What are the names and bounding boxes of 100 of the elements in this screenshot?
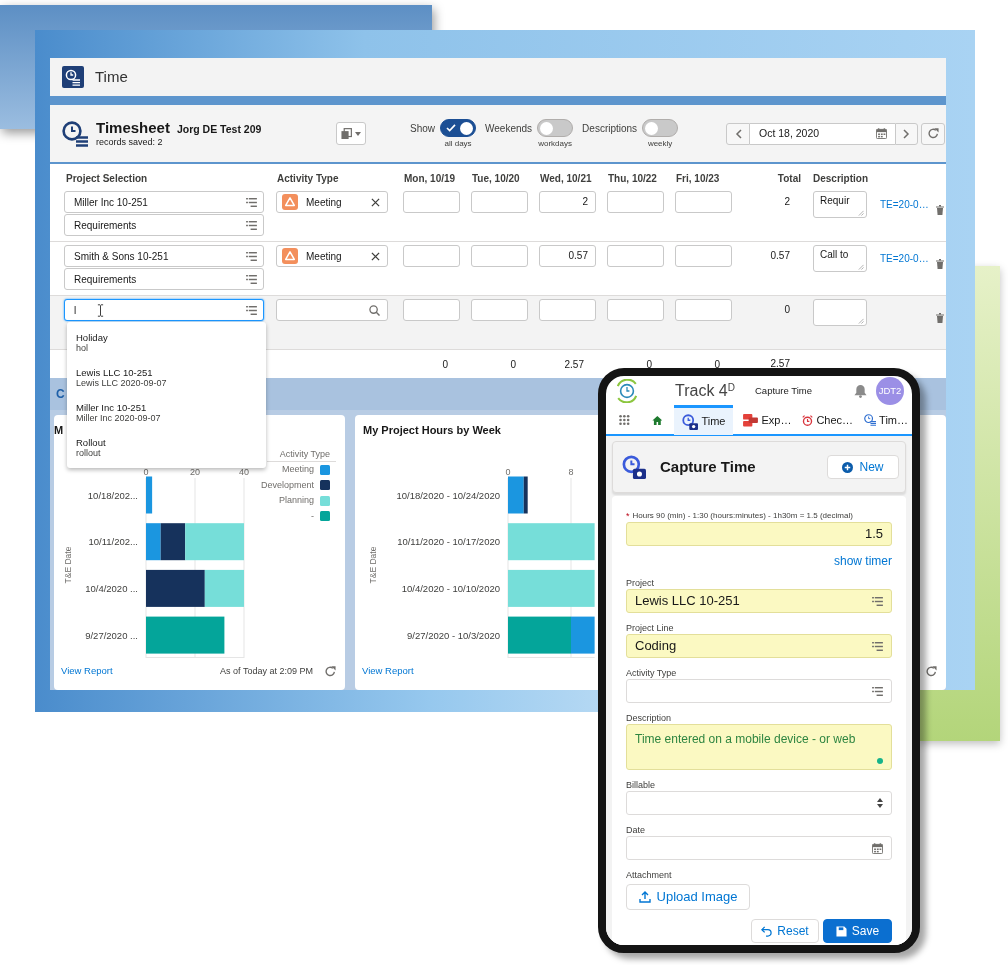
lookup-field[interactable] xyxy=(626,679,892,703)
hours-input[interactable] xyxy=(675,191,732,213)
dropdown-option[interactable]: Rollout rollout xyxy=(67,433,266,468)
hours-input[interactable] xyxy=(471,191,528,213)
alarm-clock-icon xyxy=(802,414,814,426)
reset-button[interactable]: Reset xyxy=(751,919,819,943)
hours-input[interactable]: 2 xyxy=(539,191,596,213)
entry-link[interactable]: TE=20-0… xyxy=(880,199,929,210)
required-mark: * xyxy=(626,510,630,522)
legend-label: Development xyxy=(260,478,314,492)
field-label: Hours 90 (min) - 1:30 (hours:minutes) - 1h30m = 1.5 (decimal) xyxy=(632,510,853,522)
toggle-switch[interactable] xyxy=(440,119,476,137)
dropdown-option[interactable]: Holiday hol xyxy=(67,328,266,363)
nav-tab[interactable]: Time xyxy=(674,405,734,435)
hours-input[interactable] xyxy=(403,191,460,213)
hours-input[interactable] xyxy=(607,191,664,213)
dropdown-button[interactable] xyxy=(336,122,366,145)
floppy-icon xyxy=(835,925,847,937)
description-field[interactable]: Requir xyxy=(813,191,867,218)
new-button[interactable]: New xyxy=(827,455,899,479)
description-field[interactable]: Call to xyxy=(813,245,867,272)
row-total: 0.57 xyxy=(770,250,790,261)
category-label: 10/11/202... xyxy=(88,536,138,548)
entry-link[interactable]: TE=20-0… xyxy=(880,253,929,264)
timesheet-title: Timesheet xyxy=(96,118,170,136)
bell-icon[interactable] xyxy=(854,384,867,398)
hours-input[interactable] xyxy=(675,299,732,321)
select-field[interactable] xyxy=(626,791,892,815)
dropdown-option[interactable]: Lewis LLC 10-251 Lewis LLC 2020-09-07 xyxy=(67,363,266,398)
report-link[interactable]: View Report xyxy=(362,665,414,677)
category-label: 10/18/202... xyxy=(87,489,138,501)
toggle-caption: weekly xyxy=(647,139,673,148)
trash-icon[interactable] xyxy=(936,204,944,215)
column-total: 2.57 xyxy=(563,357,585,372)
project-field[interactable]: Smith & Sons 10-251 xyxy=(64,245,264,267)
lookup-field[interactable]: Coding xyxy=(626,634,892,658)
date-input[interactable] xyxy=(626,836,892,860)
clock-camera-icon xyxy=(622,455,646,479)
list-icon xyxy=(872,596,883,606)
trash-icon[interactable] xyxy=(936,258,944,269)
axis-tick-label: 0 xyxy=(143,467,149,477)
hours-input[interactable] xyxy=(471,299,528,321)
hours-input[interactable]: 1.5 xyxy=(626,522,892,546)
text-cursor-icon xyxy=(97,303,105,317)
column-total: 0 xyxy=(645,357,653,372)
upload-button[interactable]: Upload Image xyxy=(626,884,750,910)
hours-input[interactable] xyxy=(675,245,732,267)
refresh-icon[interactable] xyxy=(926,665,937,677)
legend-label: Planning xyxy=(278,494,314,507)
column-header: Thu, 10/22 xyxy=(607,172,658,186)
app-grid-icon[interactable] xyxy=(619,413,630,427)
lookup-field[interactable]: Lewis LLC 10-251 xyxy=(626,589,892,613)
list-icon xyxy=(246,274,257,284)
toggle-caption: workdays xyxy=(538,139,572,148)
plus-circle-icon xyxy=(842,461,854,473)
next-button[interactable] xyxy=(895,122,918,145)
save-button[interactable]: Save xyxy=(823,919,892,943)
row-total: 2 xyxy=(784,196,790,207)
calendar-icon xyxy=(876,128,887,139)
description-field[interactable] xyxy=(813,299,867,326)
refresh-icon[interactable] xyxy=(325,665,336,677)
project-line-field[interactable]: Requirements xyxy=(64,268,264,290)
project-field[interactable]: Miller Inc 10-251 xyxy=(64,191,264,213)
refresh-button[interactable] xyxy=(921,122,945,145)
column-header: Project Selection xyxy=(65,172,149,186)
hours-input[interactable] xyxy=(403,245,460,267)
hours-input[interactable] xyxy=(403,299,460,321)
category-label: 9/27/2020 ... xyxy=(85,629,138,641)
project-line-field[interactable]: Requirements xyxy=(64,214,264,236)
hours-input[interactable] xyxy=(607,245,664,267)
toggle-switch[interactable] xyxy=(642,119,679,137)
description-field[interactable]: Time entered on a mobile device - or web xyxy=(626,724,892,770)
report-link[interactable]: View Report xyxy=(61,665,113,677)
previous-button[interactable] xyxy=(726,122,750,145)
nav-tab[interactable]: Chec… xyxy=(798,405,858,435)
activity-field[interactable]: Meeting xyxy=(276,245,388,267)
axis-tick-label: 0 xyxy=(505,467,511,477)
dropdown-option[interactable]: Miller Inc 10-251 Miller Inc 2020-09-07 xyxy=(67,398,266,433)
chart-title: My Project Hours by Week xyxy=(362,424,501,437)
hours-input[interactable] xyxy=(539,299,596,321)
close-icon[interactable] xyxy=(371,251,380,261)
list-icon xyxy=(246,305,257,315)
nav-tab[interactable]: Exp… xyxy=(739,405,796,435)
activity-field[interactable]: Meeting xyxy=(276,191,388,213)
hours-input[interactable] xyxy=(471,245,528,267)
timer-link[interactable]: show timer xyxy=(834,552,892,568)
cards-icon xyxy=(743,413,759,427)
resize-grip-icon xyxy=(858,264,864,270)
resize-grip-icon xyxy=(858,210,864,216)
home-icon[interactable] xyxy=(651,413,663,427)
close-icon[interactable] xyxy=(371,197,380,207)
project-field[interactable]: l xyxy=(64,299,264,321)
user-name: Jorg DE Test 209 xyxy=(176,121,262,137)
hours-input[interactable]: 0.57 xyxy=(539,245,596,267)
toggle-switch[interactable] xyxy=(537,119,574,137)
trash-icon[interactable] xyxy=(936,312,944,323)
date-field[interactable]: Oct 18, 2020 xyxy=(750,122,895,145)
hours-input[interactable] xyxy=(607,299,664,321)
activity-search-field[interactable] xyxy=(276,299,388,321)
nav-tab[interactable]: Tim… xyxy=(860,405,912,435)
